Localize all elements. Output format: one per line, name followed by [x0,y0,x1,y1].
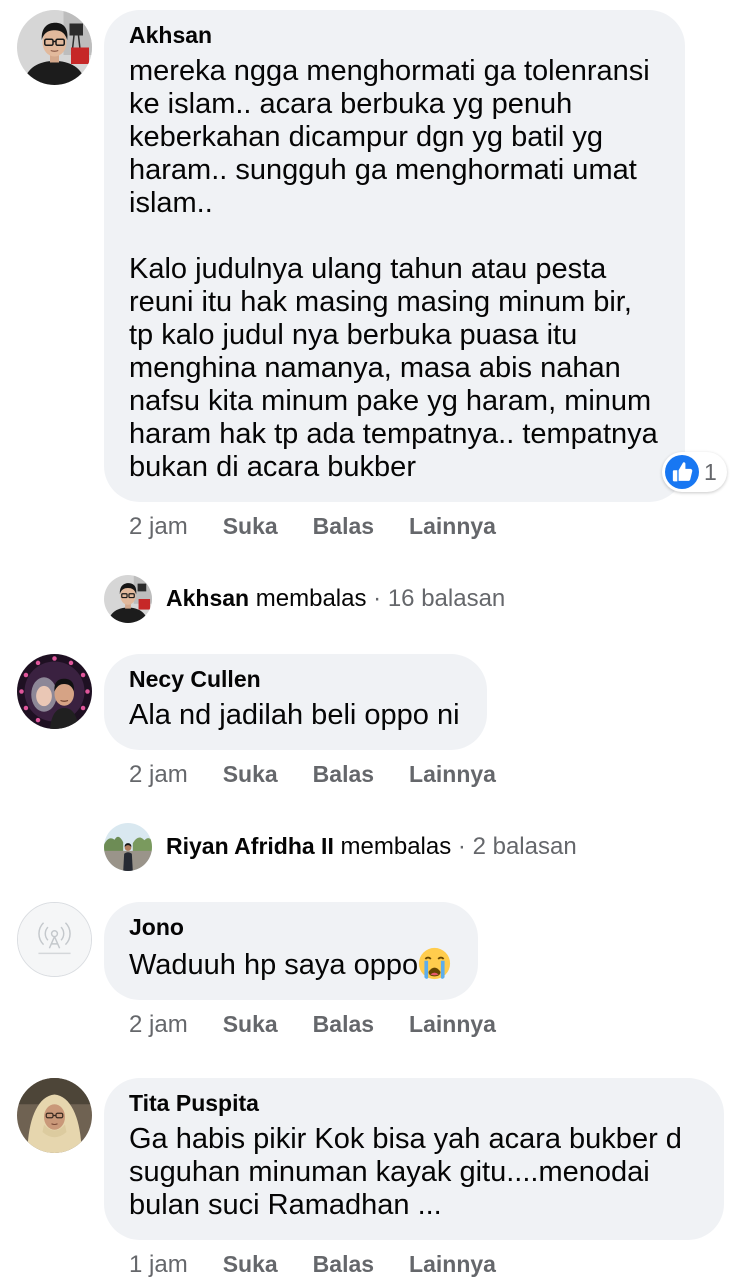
reaction-count: 1 [703,458,717,485]
more-button[interactable]: Lainnya [409,1009,496,1039]
replier-profile-photo [104,823,152,871]
comment: Akhsan mereka ngga menghormati ga tolenr… [0,10,745,502]
comment-thread: Tita Puspita Ga habis pikir Kok bisa yah… [0,1078,745,1279]
comment-thread: Akhsan mereka ngga menghormati ga tolenr… [0,10,745,623]
more-button[interactable]: Lainnya [409,511,496,541]
comment-author[interactable]: Necy Cullen [129,665,460,693]
view-replies-link[interactable]: Riyan Afridha II membalas · 2 balasan [104,823,745,871]
comment-actions: 1 jam Suka Balas Lainnya [129,1249,745,1279]
comment-thread: Necy Cullen Ala nd jadilah beli oppo ni … [0,654,745,871]
comment-actions: 2 jam Suka Balas Lainnya [129,759,745,789]
reply-button[interactable]: Balas [313,1009,374,1039]
comment-bubble[interactable]: Jono Waduuh hp saya oppo [104,902,479,1000]
comment-text: Ga habis pikir Kok bisa yah acara bukber… [129,1123,682,1221]
like-button[interactable]: Suka [223,759,278,789]
reaction-summary[interactable]: 1 [661,452,727,492]
replier-avatar [104,823,152,871]
replier-profile-photo [104,575,152,623]
comment-actions: 2 jam Suka Balas Lainnya [129,511,745,541]
like-icon [664,455,699,489]
comment: Jono Waduuh hp saya oppo [0,902,745,1000]
default-profile-icon [18,903,91,976]
author-avatar[interactable] [17,902,92,977]
comment-author[interactable]: Jono [129,913,451,941]
reply-summary: Riyan Afridha II membalas · 2 balasan [166,833,577,861]
comment-timestamp[interactable]: 1 jam [129,1250,188,1280]
reply-verb: membalas [255,585,367,612]
comment-bubble[interactable]: Necy Cullen Ala nd jadilah beli oppo ni [104,654,487,750]
like-button[interactable]: Suka [223,511,278,541]
crying-face-emoji-icon [419,947,451,980]
reply-button[interactable]: Balas [313,1249,374,1279]
comment-text: Ala nd jadilah beli oppo ni [129,699,460,731]
comment: Tita Puspita Ga habis pikir Kok bisa yah… [0,1078,745,1240]
comment-timestamp[interactable]: 2 jam [129,512,188,542]
like-button[interactable]: Suka [223,1249,278,1279]
reply-verb: membalas [340,833,452,860]
comment-text-container: Waduuh hp saya oppo [129,947,451,982]
reply-summary: Akhsan membalas · 16 balasan [166,585,505,613]
replier-name: Riyan Afridha II [166,833,334,859]
comment-text: Waduuh hp saya oppo [129,949,419,981]
replier-avatar [104,575,152,623]
comment-author[interactable]: Akhsan [129,21,658,49]
comment-list: Akhsan mereka ngga menghormati ga tolenr… [0,0,745,1280]
comment-bubble[interactable]: Tita Puspita Ga habis pikir Kok bisa yah… [104,1078,724,1240]
replier-name: Akhsan [166,585,250,611]
separator-dot: · [373,585,382,612]
comment-timestamp[interactable]: 2 jam [129,760,188,790]
comment-bubble[interactable]: Akhsan mereka ngga menghormati ga tolenr… [104,10,727,502]
comment-actions: 2 jam Suka Balas Lainnya [129,1009,745,1039]
profile-photo [17,1078,92,1153]
reply-count: 16 balasan [387,585,506,612]
author-avatar[interactable] [17,10,92,85]
like-button[interactable]: Suka [223,1009,278,1039]
comment-thread: Jono Waduuh hp saya oppo 2 jam Suka Bala… [0,902,745,1039]
comment-author[interactable]: Tita Puspita [129,1089,697,1117]
profile-photo [17,10,92,85]
reply-button[interactable]: Balas [313,511,374,541]
view-replies-link[interactable]: Akhsan membalas · 16 balasan [104,575,745,623]
comment-text: mereka ngga menghormati ga tolenransi ke… [129,55,658,483]
author-avatar[interactable] [17,1078,92,1153]
reply-count: 2 balasan [472,833,577,860]
more-button[interactable]: Lainnya [409,759,496,789]
reply-button[interactable]: Balas [313,759,374,789]
profile-photo [17,654,92,729]
comment-timestamp[interactable]: 2 jam [129,1010,188,1040]
more-button[interactable]: Lainnya [409,1249,496,1279]
comment: Necy Cullen Ala nd jadilah beli oppo ni [0,654,745,750]
separator-dot: · [457,833,466,860]
author-avatar[interactable] [17,654,92,729]
